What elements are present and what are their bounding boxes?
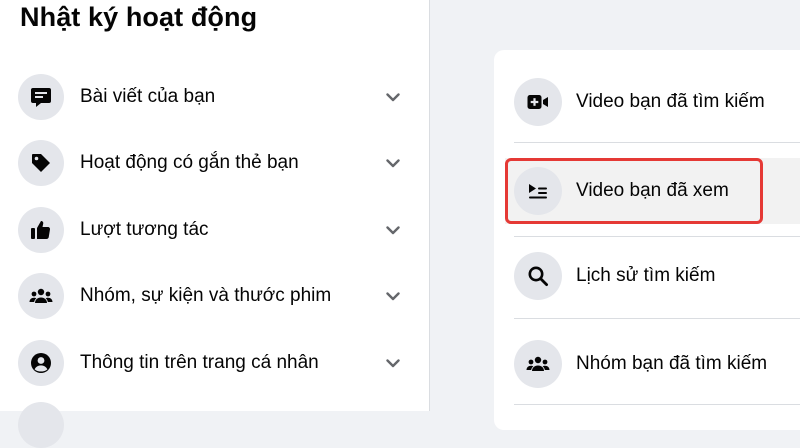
panel-item-search-history[interactable]: Lịch sử tìm kiếm (514, 248, 800, 304)
sidebar-item-label: Thông tin trên trang cá nhân (80, 352, 319, 373)
panel-item-label: Nhóm bạn đã tìm kiếm (576, 353, 768, 374)
profile-icon (18, 340, 64, 386)
sidebar-item-your-posts[interactable]: Bài viết của bạn (18, 72, 408, 122)
highlight-frame (505, 158, 763, 224)
chevron-down-icon[interactable] (384, 88, 402, 106)
search-icon (514, 252, 562, 300)
tag-icon (18, 140, 64, 186)
sidebar-item-profile-info[interactable]: Thông tin trên trang cá nhân (18, 338, 408, 388)
sidebar-item-groups-events-reels[interactable]: Nhóm, sự kiện và thước phim (18, 271, 408, 321)
sidebar-item-icon-partial (18, 402, 64, 448)
chevron-down-icon[interactable] (384, 354, 402, 372)
sidebar-item-interactions[interactable]: Lượt tương tác (18, 205, 408, 255)
groups-icon (18, 273, 64, 319)
sidebar-item-label: Bài viết của bạn (80, 86, 216, 107)
activity-log-sidebar: Nhật ký hoạt động Bài viết của bạn Hoạt … (0, 0, 430, 448)
panel-item-label: Video bạn đã tìm kiếm (576, 91, 765, 112)
sidebar-item-label: Nhóm, sự kiện và thước phim (80, 285, 332, 306)
groups-icon (514, 340, 562, 388)
divider (514, 236, 800, 237)
sidebar-item-label: Hoạt động có gắn thẻ bạn (80, 152, 299, 173)
divider (514, 404, 800, 405)
divider (514, 142, 800, 143)
panel-item-label: Lịch sử tìm kiếm (576, 265, 716, 286)
video-camera-icon (514, 78, 562, 126)
post-icon (18, 74, 64, 120)
sidebar-item-tagged-activity[interactable]: Hoạt động có gắn thẻ bạn (18, 138, 408, 188)
panel-item-searched-videos[interactable]: Video bạn đã tìm kiếm (514, 74, 800, 130)
chevron-down-icon[interactable] (384, 287, 402, 305)
chevron-down-icon[interactable] (384, 154, 402, 172)
sidebar-item-label: Lượt tương tác (80, 219, 209, 240)
panel-item-searched-groups[interactable]: Nhóm bạn đã tìm kiếm (514, 336, 800, 392)
divider (514, 318, 800, 319)
thumbs-up-icon (18, 207, 64, 253)
page-title: Nhật ký hoạt động (20, 2, 258, 32)
chevron-down-icon[interactable] (384, 221, 402, 239)
